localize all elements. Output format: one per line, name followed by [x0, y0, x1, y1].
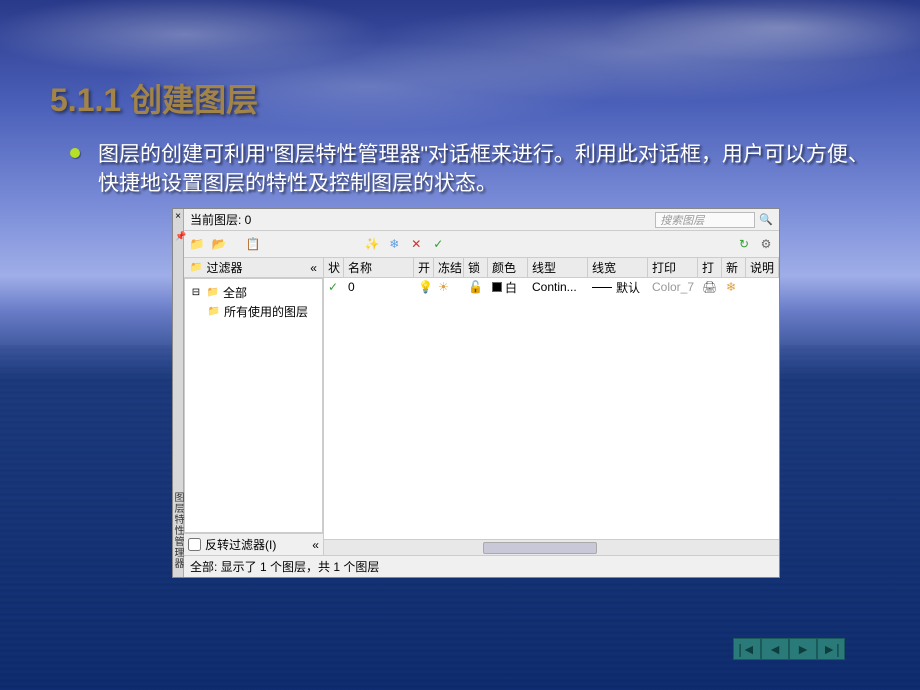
- toolbar: 📁 📂 📋 ✨ ❄ ✕ ✓ ↻ ⚙: [184, 231, 779, 257]
- content-area: 📁 过滤器 « ⊟ 📁 全部 📁 所有使用的图层: [184, 257, 779, 555]
- tree-root[interactable]: ⊟ 📁 全部: [189, 283, 318, 302]
- lineweight-preview: [592, 287, 612, 288]
- cell-lineweight[interactable]: 默认: [588, 278, 648, 296]
- header-lineweight[interactable]: 线宽: [588, 258, 648, 277]
- delete-layer-button[interactable]: ✕: [407, 235, 425, 253]
- invert-filter-checkbox[interactable]: [188, 538, 201, 551]
- status-text: 全部: 显示了 1 个图层，共 1 个图层: [190, 558, 379, 575]
- cell-color[interactable]: 白: [488, 278, 528, 296]
- bullet-item: 图层的创建可利用"图层特性管理器"对话框来进行。利用此对话框，用户可以方便、快捷…: [70, 140, 880, 199]
- header-lock[interactable]: 锁: [464, 258, 488, 277]
- header-plot[interactable]: 打: [698, 258, 722, 277]
- nav-first-button[interactable]: |◄: [733, 638, 761, 660]
- header-freeze[interactable]: 冻结: [434, 258, 464, 277]
- table-row[interactable]: ✓ 0 💡 ☀ 🔓 白 Contin... 默认: [324, 278, 779, 296]
- header-name[interactable]: 名称: [344, 258, 414, 277]
- cell-linetype[interactable]: Contin...: [528, 278, 588, 296]
- filter-header-icon: 📁: [190, 262, 202, 273]
- filter-tree: ⊟ 📁 全部 📁 所有使用的图层: [184, 278, 323, 533]
- header-linetype[interactable]: 线型: [528, 258, 588, 277]
- collapse-button-2[interactable]: «: [312, 538, 319, 552]
- header-plotstyle[interactable]: 打印: [648, 258, 698, 277]
- nav-next-button[interactable]: ►: [789, 638, 817, 660]
- status-bar: 全部: 显示了 1 个图层，共 1 个图层: [184, 555, 779, 577]
- layer-table: 状 名称 开 冻结 锁 颜色 线型 线宽 打印 打 新 说明 ✓ 0: [324, 258, 779, 555]
- cell-plotstyle[interactable]: Color_7: [648, 278, 698, 296]
- table-body: ✓ 0 💡 ☀ 🔓 白 Contin... 默认: [324, 278, 779, 539]
- bullet-icon: [70, 148, 80, 158]
- header-newvp[interactable]: 新: [722, 258, 746, 277]
- scrollbar-thumb[interactable]: [483, 542, 597, 554]
- cell-desc[interactable]: [746, 278, 779, 296]
- dialog-title-strip: × 📌 图层特性管理器: [173, 209, 184, 577]
- color-swatch: [492, 282, 502, 292]
- layer-manager-dialog: × 📌 图层特性管理器 当前图层: 0 搜索图层 🔍 📁 📂 📋 ✨ ❄ ✕ ✓…: [172, 208, 780, 578]
- cell-on[interactable]: 💡: [414, 278, 434, 296]
- tree-child-label: 所有使用的图层: [224, 303, 308, 320]
- layer-states-button[interactable]: 📋: [244, 235, 262, 253]
- current-layer-bar: 当前图层: 0 搜索图层 🔍: [184, 209, 779, 231]
- cell-name[interactable]: 0: [344, 278, 414, 296]
- cell-newvp[interactable]: ❄: [722, 278, 746, 296]
- dialog-content: 当前图层: 0 搜索图层 🔍 📁 📂 📋 ✨ ❄ ✕ ✓ ↻ ⚙ 📁: [184, 209, 779, 577]
- close-button[interactable]: ×: [173, 209, 183, 222]
- current-layer-label: 当前图层: 0: [190, 211, 655, 228]
- navigation-controls: |◄ ◄ ► ►|: [733, 638, 845, 660]
- slide-title: 5.1.1 创建图层: [50, 75, 258, 121]
- filter-panel: 📁 过滤器 « ⊟ 📁 全部 📁 所有使用的图层: [184, 258, 324, 555]
- lineweight-label: 默认: [616, 279, 640, 296]
- dialog-title: 图层特性管理器: [173, 492, 185, 569]
- header-on[interactable]: 开: [414, 258, 434, 277]
- header-color[interactable]: 颜色: [488, 258, 528, 277]
- horizontal-scrollbar[interactable]: [324, 539, 779, 555]
- refresh-button[interactable]: ↻: [735, 235, 753, 253]
- cell-status: ✓: [324, 278, 344, 296]
- tree-expand-icon[interactable]: ⊟: [189, 287, 203, 299]
- tree-child[interactable]: 📁 所有使用的图层: [189, 302, 318, 321]
- header-status[interactable]: 状: [324, 258, 344, 277]
- pin-icon[interactable]: 📌: [175, 231, 186, 242]
- new-layer-button[interactable]: ✨: [363, 235, 381, 253]
- tree-folder-icon: 📁: [206, 287, 220, 299]
- new-group-button[interactable]: 📂: [210, 235, 228, 253]
- settings-button[interactable]: ⚙: [757, 235, 775, 253]
- cell-lock[interactable]: 🔓: [464, 278, 488, 296]
- bullet-text: 图层的创建可利用"图层特性管理器"对话框来进行。利用此对话框，用户可以方便、快捷…: [98, 140, 880, 199]
- new-filter-button[interactable]: 📁: [188, 235, 206, 253]
- cell-plot[interactable]: 🖨: [698, 278, 722, 296]
- table-header: 状 名称 开 冻结 锁 颜色 线型 线宽 打印 打 新 说明: [324, 258, 779, 278]
- header-desc[interactable]: 说明: [746, 258, 779, 277]
- tree-folder-icon: 📁: [207, 306, 221, 318]
- nav-prev-button[interactable]: ◄: [761, 638, 789, 660]
- tree-root-label: 全部: [223, 284, 247, 301]
- new-layer-vp-button[interactable]: ❄: [385, 235, 403, 253]
- filter-header: 📁 过滤器 «: [184, 258, 323, 278]
- collapse-button[interactable]: «: [310, 261, 317, 275]
- invert-filter-row: 反转过滤器(I) «: [184, 533, 323, 555]
- nav-last-button[interactable]: ►|: [817, 638, 845, 660]
- set-current-button[interactable]: ✓: [429, 235, 447, 253]
- invert-filter-label: 反转过滤器(I): [205, 536, 276, 553]
- cell-freeze[interactable]: ☀: [434, 278, 464, 296]
- search-icon[interactable]: 🔍: [759, 213, 773, 226]
- color-name: 白: [505, 279, 517, 296]
- filter-header-label: 过滤器: [202, 259, 310, 276]
- search-input[interactable]: 搜索图层: [655, 212, 755, 228]
